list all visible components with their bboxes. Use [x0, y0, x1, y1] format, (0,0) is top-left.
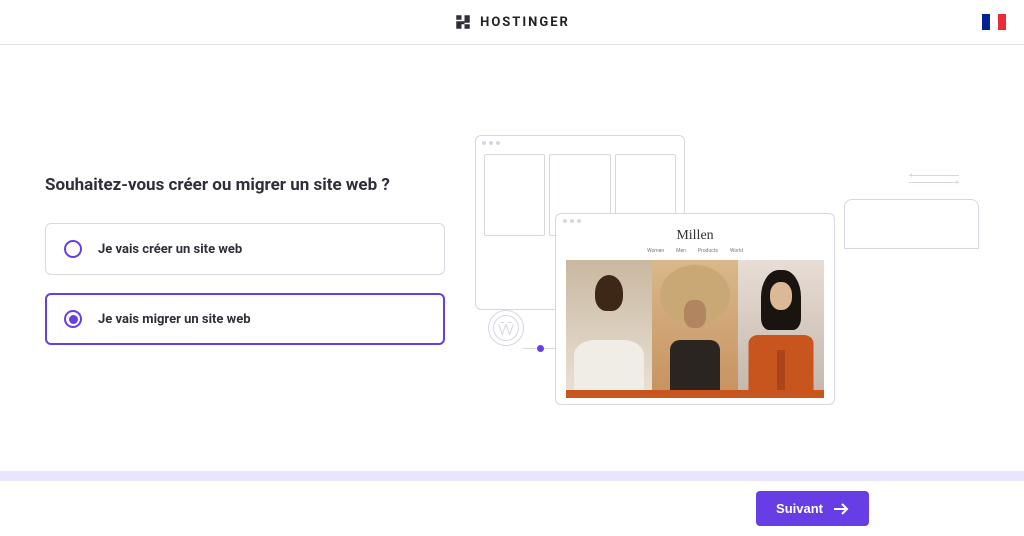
radio-icon — [64, 310, 82, 328]
preview-nav: Women Men Products World — [556, 248, 834, 254]
radio-icon — [64, 240, 82, 258]
connector-dot — [537, 345, 544, 352]
option-label: Je vais migrer un site web — [98, 312, 251, 327]
next-button[interactable]: Suivant — [756, 491, 869, 526]
website-preview: Millen Women Men Products World — [555, 213, 835, 405]
footer: Suivant — [0, 481, 1024, 536]
left-panel: Souhaitez-vous créer ou migrer un site w… — [45, 175, 445, 415]
arrow-right-icon — [833, 503, 849, 515]
brand-name: HOSTINGER — [480, 15, 570, 30]
wordpress-icon — [488, 310, 524, 346]
locale-flag-icon[interactable] — [982, 14, 1006, 30]
server-outline — [844, 199, 979, 249]
main-content: Souhaitez-vous créer ou migrer un site w… — [0, 45, 1024, 415]
header: HOSTINGER — [0, 0, 1024, 45]
progress-bar — [0, 471, 1024, 481]
option-create-website[interactable]: Je vais créer un site web — [45, 223, 445, 275]
illustration-panel: Millen Women Men Products World — [475, 135, 979, 415]
transfer-arrows-icon — [909, 175, 959, 183]
question-heading: Souhaitez-vous créer ou migrer un site w… — [45, 175, 445, 195]
option-migrate-website[interactable]: Je vais migrer un site web — [45, 293, 445, 345]
next-button-label: Suivant — [776, 501, 823, 516]
preview-site-title: Millen — [556, 228, 834, 244]
hostinger-icon — [454, 13, 472, 31]
brand-logo: HOSTINGER — [454, 13, 570, 31]
option-label: Je vais créer un site web — [98, 242, 242, 257]
